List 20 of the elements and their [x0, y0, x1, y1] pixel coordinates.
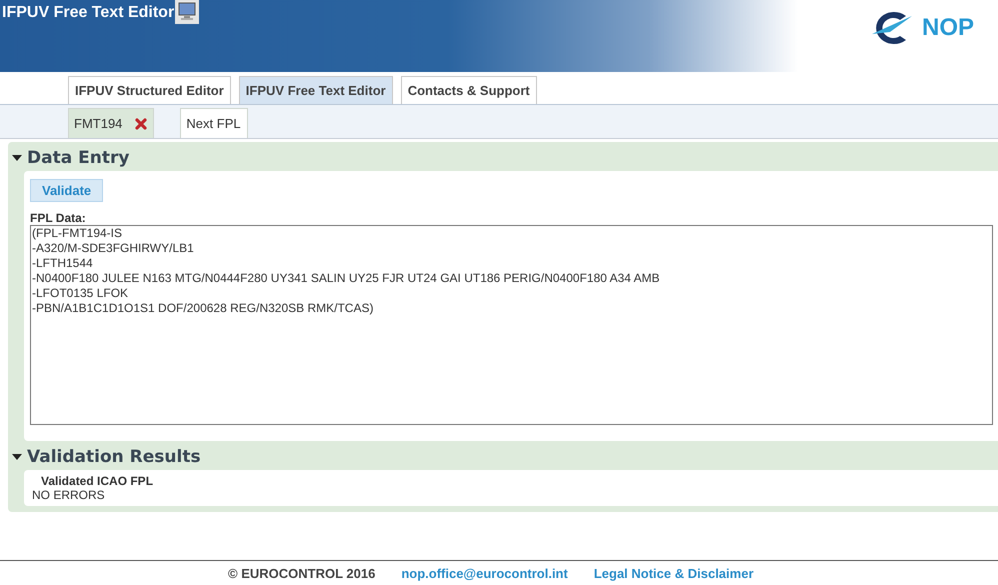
copyright-text: © EUROCONTROL 2016: [228, 566, 376, 581]
monitor-icon: [175, 0, 200, 24]
result-heading: Validated ICAO FPL: [40, 474, 154, 488]
close-icon[interactable]: [135, 118, 148, 130]
collapse-icon[interactable]: [12, 154, 22, 162]
section-title: Data Entry: [27, 148, 130, 168]
nav-tab[interactable]: IFPUV Structured Editor: [68, 76, 231, 104]
app-title: IFPUV Free Text Editor: [1, 3, 174, 23]
nav-tab[interactable]: Contacts & Support: [400, 76, 537, 104]
nav-tab[interactable]: IFPUV Free Text Editor: [238, 76, 393, 104]
field-label: FPL Data:: [30, 211, 86, 225]
section-title: Validation Results: [27, 447, 201, 467]
collapse-icon[interactable]: [12, 453, 22, 461]
logo-text: NOP: [922, 14, 974, 42]
legal-link[interactable]: Legal Notice & Disclaimer: [594, 566, 754, 581]
email-link[interactable]: nop.office@eurocontrol.int: [401, 566, 568, 581]
fpl-data-field[interactable]: (FPL-FMT194-IS -A320/M-SDE3FGHIRWY/LB1 -LFTH1544 -N0400F180 JULEE N163 MTG/N0444F280 UY341 SALIN UY25 FJR UT24 GAI UT186 PERIG/N0400F180 A34 AMB -LFOT0135 LFOK -PBN/A1B1C1D1O1S1 DOF/200628 REG/N320SB RMK/TCAS): [30, 225, 993, 425]
result-text: NO ERRORS: [32, 488, 106, 502]
document-tab[interactable]: FMT194: [68, 108, 154, 138]
document-tab[interactable]: Next FPL: [180, 108, 248, 138]
